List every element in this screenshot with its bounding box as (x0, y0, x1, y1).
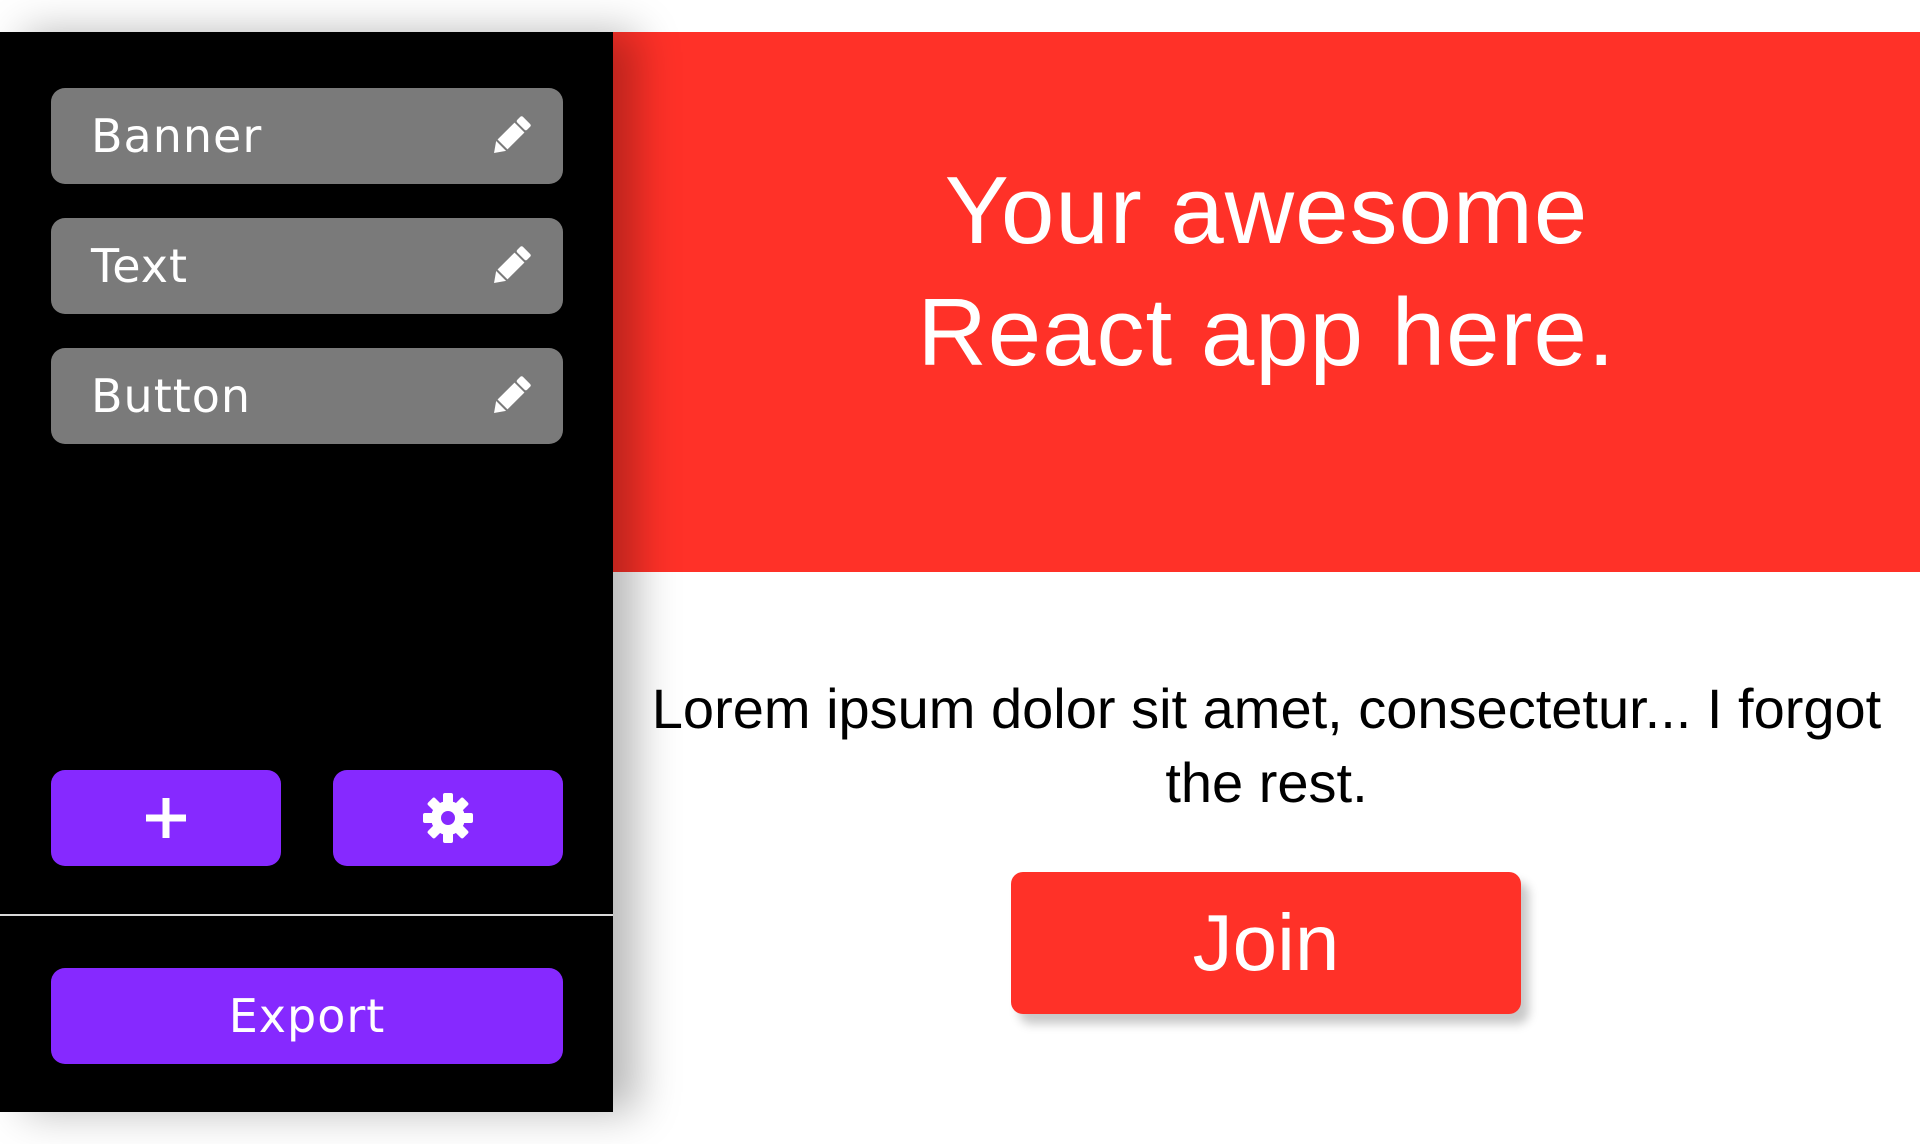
settings-button[interactable] (333, 770, 563, 866)
app-preview: Your awesome React app here. Lorem ipsum… (613, 32, 1920, 1112)
add-component-button[interactable] (51, 770, 281, 866)
export-button[interactable]: Export (51, 968, 563, 1064)
pencil-icon[interactable] (485, 110, 537, 162)
body-text: Lorem ipsum dolor sit amet, consectetur.… (651, 677, 1882, 814)
component-label: Banner (91, 109, 263, 163)
editor-sidebar: Banner Text Button Export (0, 32, 613, 1112)
join-button[interactable]: Join (1011, 872, 1521, 1014)
component-item-banner[interactable]: Banner (51, 88, 563, 184)
gear-icon (423, 793, 473, 843)
plus-icon (146, 798, 186, 838)
sidebar-divider (0, 914, 613, 916)
component-item-button[interactable]: Button (51, 348, 563, 444)
pencil-icon[interactable] (485, 240, 537, 292)
component-label: Text (91, 239, 189, 293)
pencil-icon[interactable] (485, 370, 537, 422)
banner: Your awesome React app here. (613, 32, 1920, 572)
banner-title: Your awesome React app here. (917, 157, 1616, 386)
component-item-text[interactable]: Text (51, 218, 563, 314)
component-label: Button (91, 369, 252, 423)
app-frame: Banner Text Button Export Your awesome R… (0, 32, 1920, 1112)
